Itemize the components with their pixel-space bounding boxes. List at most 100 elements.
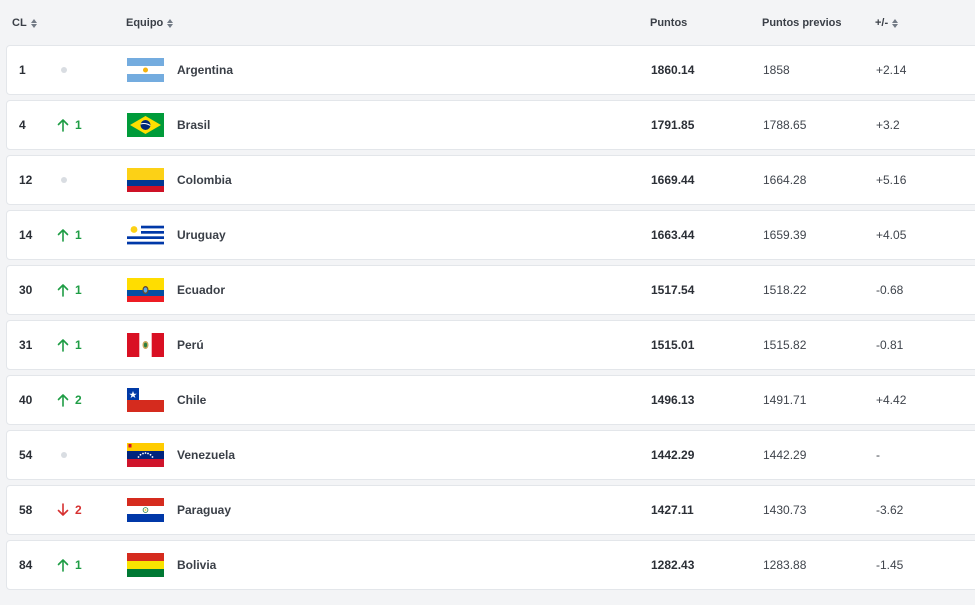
sort-icon[interactable] xyxy=(892,18,899,28)
diff-value: - xyxy=(876,448,880,462)
points-value: 1282.43 xyxy=(651,558,695,572)
header-rank-label: CL xyxy=(12,17,27,29)
points-value: 1860.14 xyxy=(651,63,695,77)
table-row[interactable]: 40 2 Chile 1496.13 1491.71 +4.42 xyxy=(6,375,975,425)
movement-value: 2 xyxy=(75,393,82,407)
table-row[interactable]: 30 1 Ecuador 1517.54 1518.22 -0.68 xyxy=(6,265,975,315)
venezuela-flag-icon xyxy=(127,431,164,479)
movement-value: 1 xyxy=(75,118,82,132)
rank-value: 30 xyxy=(19,283,33,297)
header-previous-label: Puntos previos xyxy=(762,17,842,29)
header-rank[interactable]: CL xyxy=(12,17,37,29)
table-row[interactable]: 54 Venezuela 1442.29 1442.29 - xyxy=(6,430,975,480)
diff-value: +5.16 xyxy=(876,173,907,187)
team-name[interactable]: Chile xyxy=(177,376,206,424)
header-points: Puntos xyxy=(650,17,687,29)
team-name[interactable]: Brasil xyxy=(177,101,210,149)
rank-movement: 1 xyxy=(57,211,82,259)
sort-icon[interactable] xyxy=(30,18,37,28)
team-name[interactable]: Bolivia xyxy=(177,541,216,589)
team-name[interactable]: Perú xyxy=(177,321,204,369)
header-team-label: Equipo xyxy=(126,17,164,29)
rank-value: 4 xyxy=(19,118,26,132)
diff-value: -1.45 xyxy=(876,558,904,572)
previous-points-value: 1283.88 xyxy=(763,558,807,572)
team-name[interactable]: Colombia xyxy=(177,156,232,204)
rank-movement: 2 xyxy=(57,486,82,534)
diff-value: +4.05 xyxy=(876,228,907,242)
table-row[interactable]: 14 1 Uruguay 1663.44 1659.39 +4.05 xyxy=(6,210,975,260)
points-value: 1427.11 xyxy=(651,503,694,517)
bolivia-flag-icon xyxy=(127,541,164,589)
rank-value: 31 xyxy=(19,338,33,352)
movement-value: 1 xyxy=(75,228,82,242)
previous-points-value: 1518.22 xyxy=(763,283,807,297)
table-row[interactable]: 31 1 Perú 1515.01 1515.82 -0.81 xyxy=(6,320,975,370)
table-row[interactable]: 58 2 Paraguay 1427.11 1430.73 -3.62 xyxy=(6,485,975,535)
movement-value: 2 xyxy=(75,503,82,517)
header-diff-label: +/- xyxy=(875,17,889,29)
rank-movement: 1 xyxy=(57,321,82,369)
points-value: 1515.01 xyxy=(651,338,695,352)
diff-value: -3.62 xyxy=(876,503,904,517)
team-name[interactable]: Paraguay xyxy=(177,486,231,534)
rank-value: 1 xyxy=(19,63,26,77)
paraguay-flag-icon xyxy=(127,486,164,534)
header-points-label: Puntos xyxy=(650,17,688,29)
rank-movement: 1 xyxy=(57,541,82,589)
colombia-flag-icon xyxy=(127,156,164,204)
team-name[interactable]: Argentina xyxy=(177,46,233,94)
previous-points-value: 1858 xyxy=(763,63,790,77)
header-previous: Puntos previos xyxy=(762,17,841,29)
rank-value: 54 xyxy=(19,448,33,462)
previous-points-value: 1442.29 xyxy=(763,448,807,462)
points-value: 1669.44 xyxy=(651,173,695,187)
previous-points-value: 1515.82 xyxy=(763,338,807,352)
table-row[interactable]: 4 1 Brasil 1791.85 1788.65 +3.2 xyxy=(6,100,975,150)
points-value: 1791.85 xyxy=(651,118,695,132)
rank-value: 40 xyxy=(19,393,33,407)
arrow-up-icon xyxy=(57,559,69,572)
movement-value: 1 xyxy=(75,558,82,572)
brasil-flag-icon xyxy=(127,101,164,149)
previous-points-value: 1788.65 xyxy=(763,118,807,132)
table-header: CL Equipo Puntos Puntos previos +/- xyxy=(0,0,975,46)
rank-movement: 2 xyxy=(57,376,82,424)
no-change-dot-icon xyxy=(61,67,67,73)
arrow-up-icon xyxy=(57,229,69,242)
uruguay-flag-icon xyxy=(127,211,164,259)
previous-points-value: 1491.71 xyxy=(763,393,807,407)
team-name[interactable]: Uruguay xyxy=(177,211,226,259)
previous-points-value: 1659.39 xyxy=(763,228,807,242)
diff-value: -0.81 xyxy=(876,338,904,352)
diff-value: +3.2 xyxy=(876,118,900,132)
header-team[interactable]: Equipo xyxy=(126,17,174,29)
no-change-dot-icon xyxy=(61,452,67,458)
arrow-up-icon xyxy=(57,394,69,407)
rank-value: 12 xyxy=(19,173,33,187)
arrow-down-icon xyxy=(57,503,69,516)
previous-points-value: 1430.73 xyxy=(763,503,807,517)
diff-value: +2.14 xyxy=(876,63,907,77)
movement-value: 1 xyxy=(75,283,82,297)
diff-value: +4.42 xyxy=(876,393,907,407)
rank-movement: 1 xyxy=(57,266,82,314)
table-row[interactable]: 84 1 Bolivia 1282.43 1283.88 -1.45 xyxy=(6,540,975,590)
diff-value: -0.68 xyxy=(876,283,904,297)
points-value: 1663.44 xyxy=(651,228,695,242)
team-name[interactable]: Ecuador xyxy=(177,266,225,314)
no-change-dot-icon xyxy=(61,177,67,183)
sort-icon[interactable] xyxy=(167,18,174,28)
rank-movement xyxy=(57,431,67,479)
previous-points-value: 1664.28 xyxy=(763,173,807,187)
ecuador-flag-icon xyxy=(127,266,164,314)
header-diff[interactable]: +/- xyxy=(875,17,899,29)
table-row[interactable]: 1 Argentina 1860.14 1858 +2.14 xyxy=(6,45,975,95)
rank-movement xyxy=(57,46,67,94)
points-value: 1496.13 xyxy=(651,393,695,407)
rank-value: 84 xyxy=(19,558,33,572)
table-row[interactable]: 12 Colombia 1669.44 1664.28 +5.16 xyxy=(6,155,975,205)
peru-flag-icon xyxy=(127,321,164,369)
team-name[interactable]: Venezuela xyxy=(177,431,235,479)
arrow-up-icon xyxy=(57,339,69,352)
